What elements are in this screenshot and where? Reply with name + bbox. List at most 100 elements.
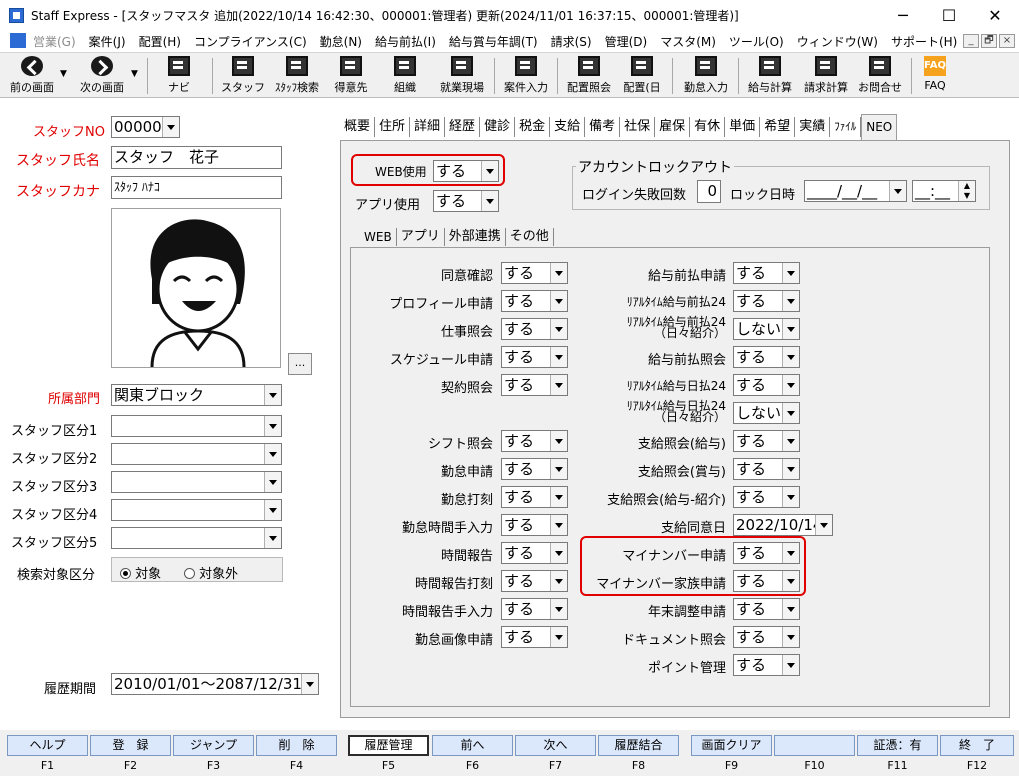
setting-select[interactable]: する <box>501 430 568 452</box>
setting-select[interactable]: する <box>501 514 568 536</box>
menu-payroll[interactable]: 給与賞与年調(T) <box>449 33 538 50</box>
setting-select[interactable]: する <box>733 346 800 368</box>
jump-button[interactable]: ジャンプ <box>173 735 254 756</box>
chevron-down-icon[interactable] <box>550 571 567 591</box>
setting-select[interactable]: する <box>501 290 568 312</box>
menu-billing[interactable]: 請求(S) <box>551 33 592 50</box>
tab-payment[interactable]: 支給 <box>550 117 586 137</box>
maximize-button[interactable]: ☐ <box>926 0 972 31</box>
chevron-down-icon[interactable] <box>782 459 799 479</box>
setting-select[interactable]: する <box>501 626 568 648</box>
client-button[interactable]: 得意先 <box>330 55 372 97</box>
chevron-down-icon[interactable] <box>481 161 498 181</box>
chevron-down-icon[interactable] <box>550 515 567 535</box>
staff-kana-input[interactable]: ｽﾀｯﾌ ﾊﾅｺ <box>111 176 282 199</box>
menu-job[interactable]: 案件(J) <box>89 33 126 50</box>
setting-select[interactable]: しない <box>733 402 800 424</box>
radio-off-icon[interactable] <box>184 568 195 579</box>
next-button[interactable]: 次へ <box>515 735 596 756</box>
chevron-down-icon[interactable] <box>782 487 799 507</box>
payroll-button[interactable]: 給与計算 <box>744 55 796 97</box>
chevron-down-icon[interactable] <box>264 472 281 492</box>
setting-select[interactable]: する <box>733 458 800 480</box>
history-manage-button[interactable]: 履歴管理 <box>348 735 429 756</box>
tab-file[interactable]: ﾌｧｲﾙ <box>830 117 862 137</box>
setting-select[interactable]: する <box>733 626 800 648</box>
chevron-down-icon[interactable] <box>782 319 799 339</box>
chevron-down-icon[interactable] <box>782 375 799 395</box>
menu-attendance[interactable]: 勤怠(N) <box>320 33 362 50</box>
chevron-down-icon[interactable] <box>782 655 799 675</box>
tab-overview[interactable]: 概要 <box>340 117 376 137</box>
lock-date-select[interactable]: ____/__/__ <box>804 180 907 202</box>
web-use-select[interactable]: する <box>433 160 499 182</box>
tab-social-insurance[interactable]: 社保 <box>620 117 656 137</box>
staff-no-select[interactable]: 000002 <box>111 116 180 138</box>
chevron-down-icon[interactable] <box>889 181 906 201</box>
setting-select[interactable]: する <box>733 654 800 676</box>
setting-select[interactable]: する <box>501 318 568 340</box>
delete-button[interactable]: 削 除 <box>256 735 337 756</box>
chevron-down-icon[interactable] <box>782 291 799 311</box>
chevron-down-icon[interactable] <box>550 263 567 283</box>
next-screen-button[interactable]: 次の画面 <box>72 55 132 97</box>
chevron-down-icon[interactable] <box>550 375 567 395</box>
chevron-down-icon[interactable] <box>162 117 179 137</box>
tab-detail[interactable]: 詳細 <box>410 117 446 137</box>
chevron-down-icon[interactable] <box>264 444 281 464</box>
chevron-down-icon[interactable] <box>550 627 567 647</box>
setting-select[interactable]: する <box>501 346 568 368</box>
staff-photo[interactable] <box>111 208 281 368</box>
dept-select[interactable]: 関東ブロック <box>111 384 282 406</box>
setting-select[interactable]: しない <box>733 318 800 340</box>
chevron-down-icon[interactable] <box>301 674 318 694</box>
chevron-down-icon[interactable] <box>550 347 567 367</box>
setting-select[interactable]: する <box>501 374 568 396</box>
tab-employment-insurance[interactable]: 雇保 <box>655 117 691 137</box>
chevron-down-icon[interactable] <box>481 191 498 211</box>
assign-query-button[interactable]: 配置照会 <box>563 55 615 97</box>
app-use-select[interactable]: する <box>433 190 499 212</box>
chevron-down-icon[interactable] <box>815 515 832 535</box>
tab-unit-price[interactable]: 単価 <box>725 117 761 137</box>
close-button[interactable]: ✕ <box>972 0 1018 31</box>
billing-button[interactable]: 請求計算 <box>800 55 852 97</box>
subtab-other[interactable]: その他 <box>506 228 554 246</box>
photo-browse-button[interactable]: ... <box>288 353 312 375</box>
staff-search-button[interactable]: ｽﾀｯﾌ検索 <box>270 55 324 97</box>
subtab-external[interactable]: 外部連携 <box>445 228 506 246</box>
staff-class1-select[interactable] <box>111 415 282 437</box>
setting-select[interactable]: する <box>501 598 568 620</box>
search-target-on[interactable]: 対象 <box>120 563 161 582</box>
menu-assign[interactable]: 配置(H) <box>139 33 181 50</box>
staff-class2-select[interactable] <box>111 443 282 465</box>
menu-compliance[interactable]: コンプライアンス(C) <box>194 33 307 50</box>
prev-screen-button[interactable]: 前の画面 <box>4 55 60 97</box>
menu-sales[interactable]: 営業(G) <box>33 33 76 50</box>
chevron-down-icon[interactable] <box>782 599 799 619</box>
mdi-close-button[interactable]: × <box>999 34 1015 48</box>
radio-on-icon[interactable] <box>120 568 131 579</box>
chevron-down-icon[interactable] <box>550 599 567 619</box>
navi-button[interactable]: ナビ <box>156 55 202 97</box>
staff-class3-select[interactable] <box>111 471 282 493</box>
tab-neo[interactable]: NEO <box>861 114 898 141</box>
staff-button[interactable]: スタッフ <box>220 55 266 97</box>
document-icon[interactable] <box>10 33 26 48</box>
chevron-down-icon[interactable] <box>264 416 281 436</box>
staff-name-input[interactable]: スタッフ 花子 <box>111 146 282 169</box>
chevron-down-icon[interactable] <box>264 528 281 548</box>
menu-tools[interactable]: ツール(O) <box>729 33 784 50</box>
tab-wishes[interactable]: 希望 <box>760 117 796 137</box>
site-button[interactable]: 就業現場 <box>436 55 488 97</box>
history-period-select[interactable]: 2010/01/01～2087/12/31 <box>111 673 319 695</box>
next-dropdown-icon[interactable]: ▼ <box>131 69 138 79</box>
contact-button[interactable]: お問合せ <box>856 55 904 97</box>
setting-select[interactable]: する <box>733 598 800 620</box>
mdi-restore-button[interactable]: 🗗 <box>981 34 997 48</box>
prev-button[interactable]: 前へ <box>432 735 513 756</box>
chevron-down-icon[interactable] <box>264 500 281 520</box>
tab-results[interactable]: 実績 <box>795 117 831 137</box>
chevron-down-icon[interactable] <box>782 347 799 367</box>
exit-button[interactable]: 終 了 <box>940 735 1014 756</box>
